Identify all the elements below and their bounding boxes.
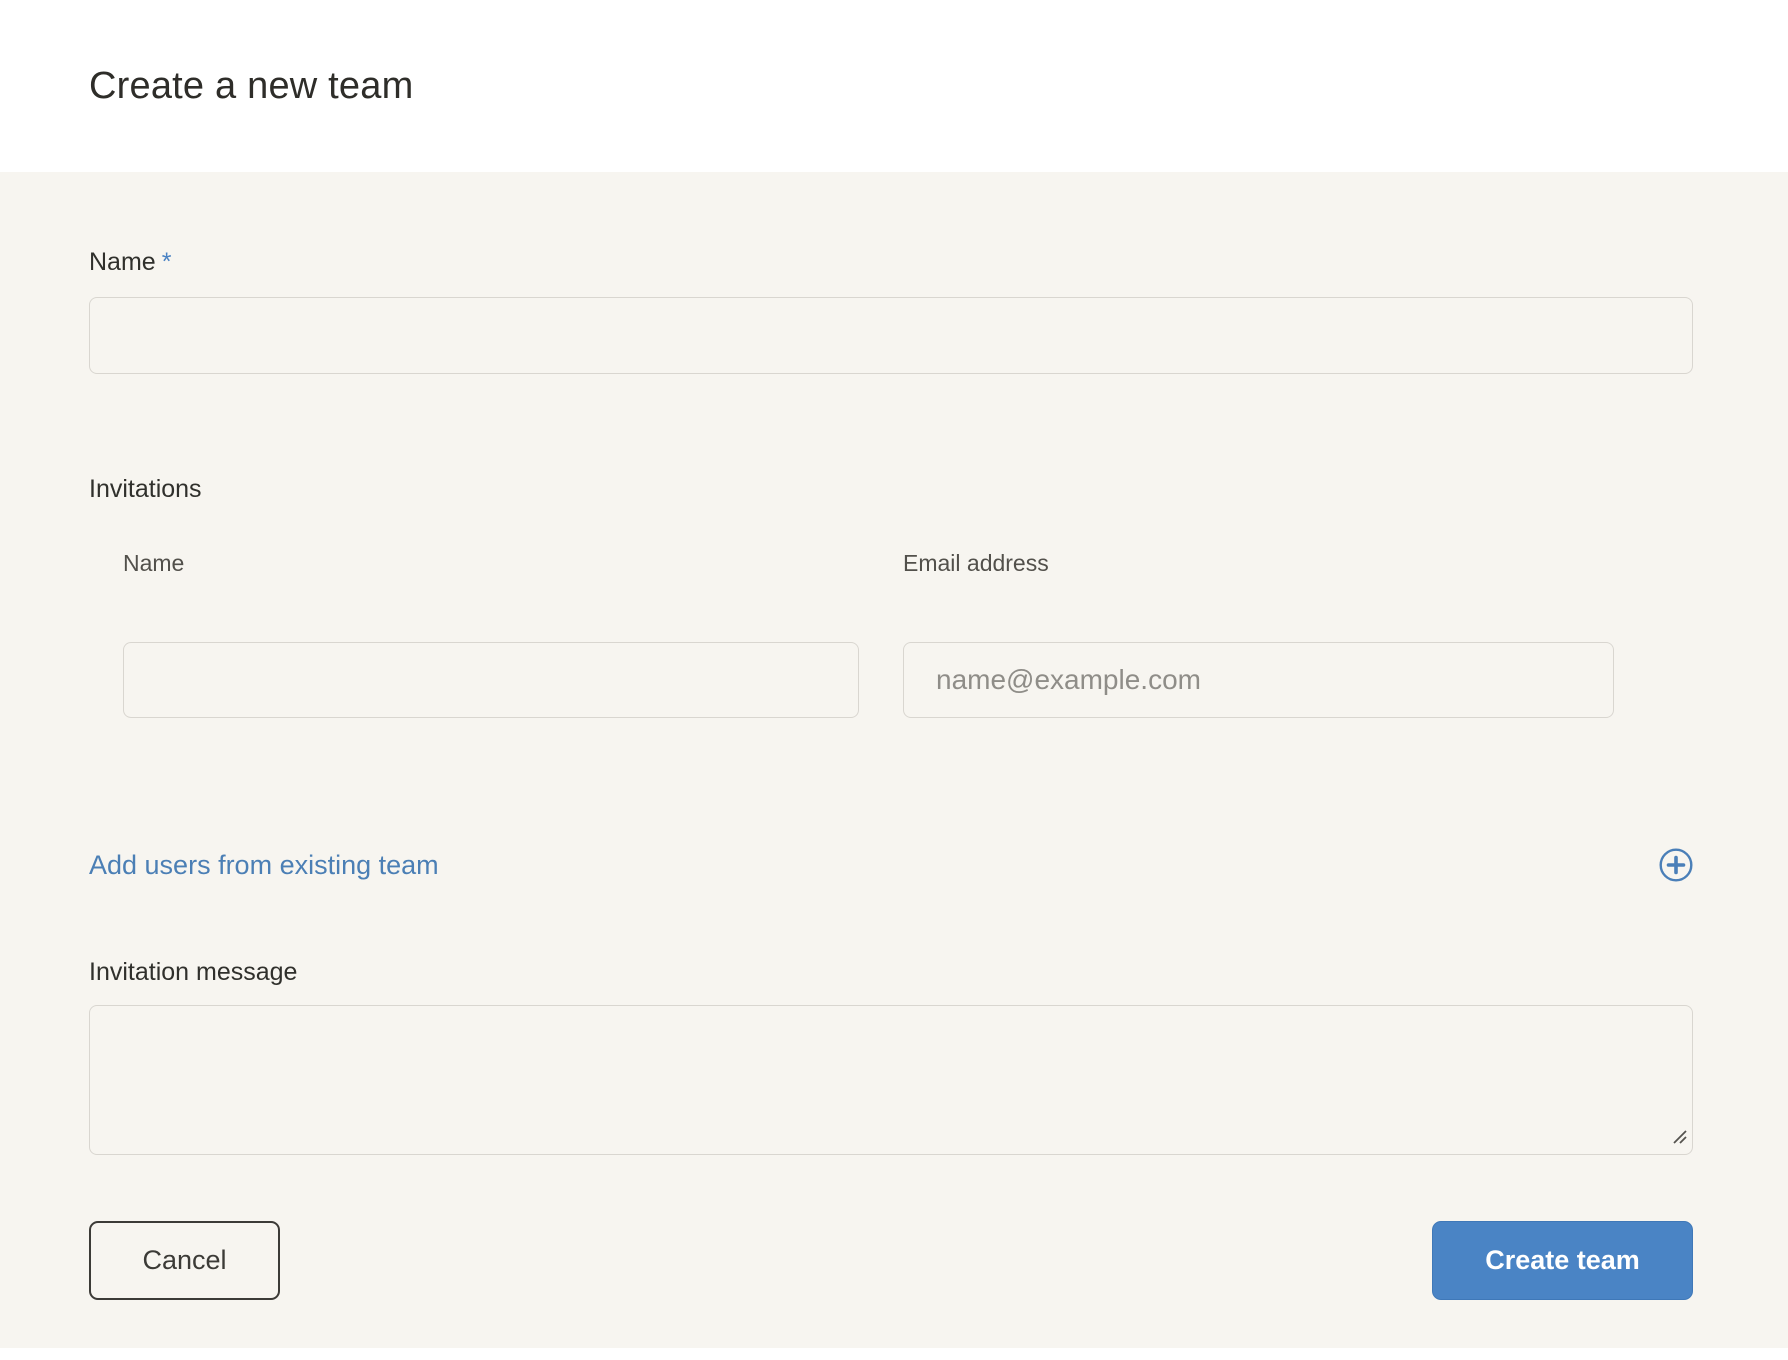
add-invitation-row-button[interactable] [1659,848,1693,882]
team-name-input[interactable] [89,297,1693,374]
footer-strip [0,1348,1788,1360]
invitation-message-wrap [89,1005,1693,1155]
create-team-form: Name* Invitations Name Email address Add… [0,172,1788,1348]
invitation-message-label: Invitation message [89,957,1693,987]
invitations-section-label: Invitations [89,474,1693,504]
cancel-button[interactable]: Cancel [89,1221,280,1300]
add-users-from-team-link[interactable]: Add users from existing team [89,850,439,881]
invitee-name-column-label: Name [123,549,859,577]
invitation-column-headers: Name Email address [123,549,1693,577]
create-team-button[interactable]: Create team [1432,1221,1693,1300]
required-asterisk: * [162,248,172,276]
add-users-row: Add users from existing team [89,848,1693,882]
invitee-email-column-label: Email address [903,549,1614,577]
page-title: Create a new team [89,65,413,108]
team-name-label: Name* [89,247,1693,277]
plus-circle-icon [1659,848,1693,882]
form-actions: Cancel Create team [89,1221,1693,1300]
invitee-email-input[interactable] [903,642,1614,718]
invitation-row [123,642,1693,718]
create-team-page: Create a new team Name* Invitations Name… [0,0,1788,1360]
page-header: Create a new team [0,0,1788,172]
invitee-name-input[interactable] [123,642,859,718]
invitation-message-textarea[interactable] [89,1005,1693,1155]
